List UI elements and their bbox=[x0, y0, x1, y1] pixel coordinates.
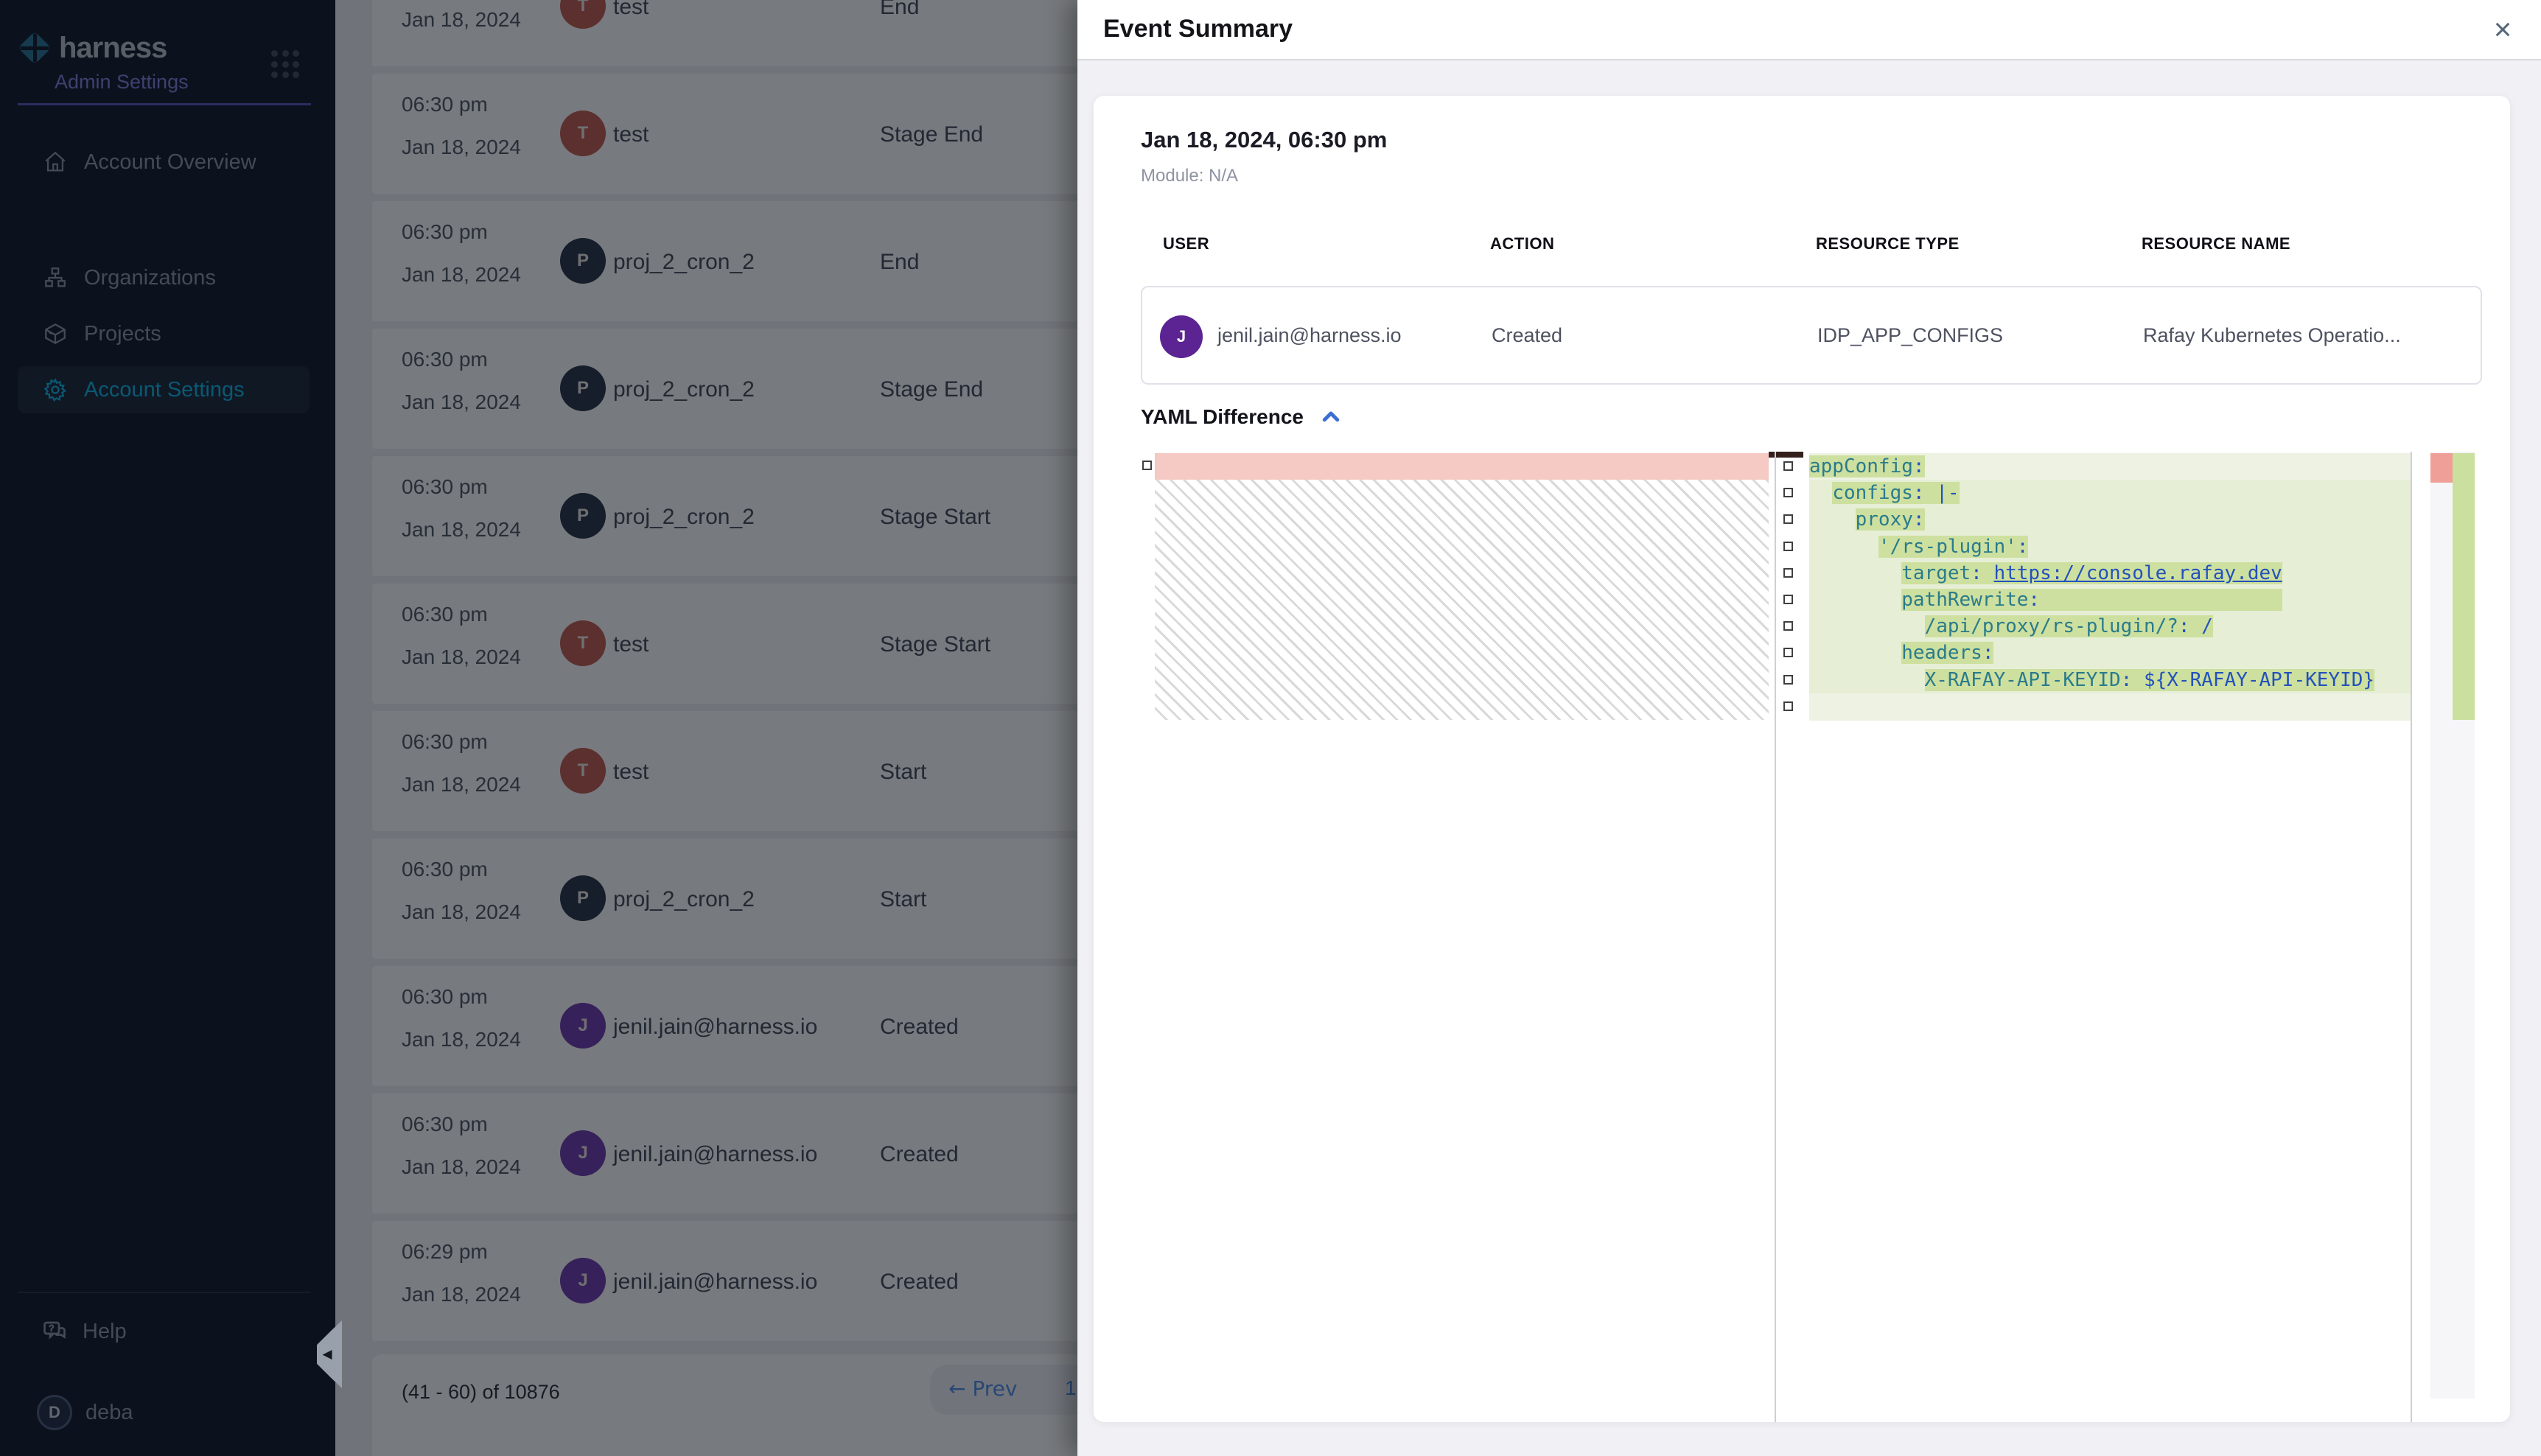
column-header-user: USER bbox=[1163, 234, 1209, 253]
close-icon[interactable]: × bbox=[2484, 10, 2522, 49]
ruler-removed-marker bbox=[2430, 453, 2453, 483]
diff-line-marker bbox=[1783, 701, 1793, 711]
event-summary-card: Jan 18, 2024, 06:30 pm Module: N/A USER … bbox=[1094, 96, 2510, 1422]
diff-code-line: '/rs-plugin': bbox=[1809, 533, 2411, 561]
diff-added-chunk: appConfig: configs: |- proxy: '/rs-plugi… bbox=[1809, 453, 2411, 720]
column-header-resource-type: RESOURCE TYPE bbox=[1816, 234, 1960, 253]
diff-right-border bbox=[2411, 452, 2412, 1422]
ruler-added-marker bbox=[2453, 453, 2475, 720]
collapse-arrow-icon: ◀ bbox=[322, 1347, 332, 1362]
diff-code-line: headers: bbox=[1809, 640, 2411, 667]
user-avatar: J bbox=[1160, 315, 1203, 358]
diff-overview-ruler[interactable] bbox=[2430, 452, 2475, 1399]
yaml-difference-label: YAML Difference bbox=[1141, 405, 1304, 429]
diff-old-pane bbox=[1141, 452, 1769, 1422]
diff-code-line: configs: |- bbox=[1809, 480, 2411, 507]
column-header-resource-name: RESOURCE NAME bbox=[2142, 234, 2290, 253]
diff-line-marker bbox=[1783, 488, 1793, 497]
diff-code-line: /api/proxy/rs-plugin/?: / bbox=[1809, 613, 2411, 640]
diff-removed-line bbox=[1155, 453, 1769, 480]
diff-line-marker bbox=[1783, 648, 1793, 657]
diff-line-marker bbox=[1783, 461, 1793, 471]
yaml-difference-section: YAML Difference bbox=[1141, 405, 1342, 429]
diff-line-marker bbox=[1783, 621, 1793, 631]
event-summary-drawer: Event Summary × Jan 18, 2024, 06:30 pm M… bbox=[1077, 0, 2541, 1456]
drawer-title: Event Summary bbox=[1103, 15, 1293, 43]
event-resource-name: Rafay Kubernetes Operatio... bbox=[2143, 324, 2401, 347]
diff-code-line: target: https://console.rafay.dev bbox=[1809, 560, 2411, 587]
diff-line-marker bbox=[1783, 568, 1793, 578]
modal-dim-overlay[interactable] bbox=[0, 0, 1077, 1456]
drawer-header: Event Summary × bbox=[1077, 0, 2541, 60]
app-root: harness Admin Settings Account Overview … bbox=[0, 0, 2541, 1456]
diff-line-marker bbox=[1783, 675, 1793, 685]
event-table-row: J jenil.jain@harness.io Created IDP_APP_… bbox=[1141, 286, 2482, 385]
diff-pane-divider bbox=[1775, 452, 1776, 1422]
event-user: jenil.jain@harness.io bbox=[1217, 324, 1402, 347]
diff-code-line: pathRewrite: bbox=[1809, 587, 2411, 614]
diff-empty-filler bbox=[1155, 480, 1769, 720]
diff-fold-marker bbox=[1142, 461, 1152, 470]
diff-code-line bbox=[1809, 693, 2411, 721]
diff-line-marker bbox=[1783, 595, 1793, 604]
diff-line-marker bbox=[1783, 514, 1793, 524]
diff-code-line: X-RAFAY-API-KEYID: ${X-RAFAY-API-KEYID} bbox=[1809, 667, 2411, 694]
diff-code-line: proxy: bbox=[1809, 506, 2411, 533]
event-module: Module: N/A bbox=[1141, 166, 1238, 186]
diff-new-pane: appConfig: configs: |- proxy: '/rs-plugi… bbox=[1809, 452, 2411, 1422]
diff-line-marker bbox=[1783, 542, 1793, 551]
diff-code-line: appConfig: bbox=[1809, 453, 2411, 480]
chevron-up-icon[interactable] bbox=[1320, 406, 1342, 428]
column-header-action: ACTION bbox=[1490, 234, 1554, 253]
event-resource-type: IDP_APP_CONFIGS bbox=[1817, 324, 2003, 347]
yaml-diff-view: appConfig: configs: |- proxy: '/rs-plugi… bbox=[1141, 452, 2475, 1422]
event-action: Created bbox=[1492, 324, 1562, 347]
event-datetime: Jan 18, 2024, 06:30 pm bbox=[1141, 127, 1387, 153]
